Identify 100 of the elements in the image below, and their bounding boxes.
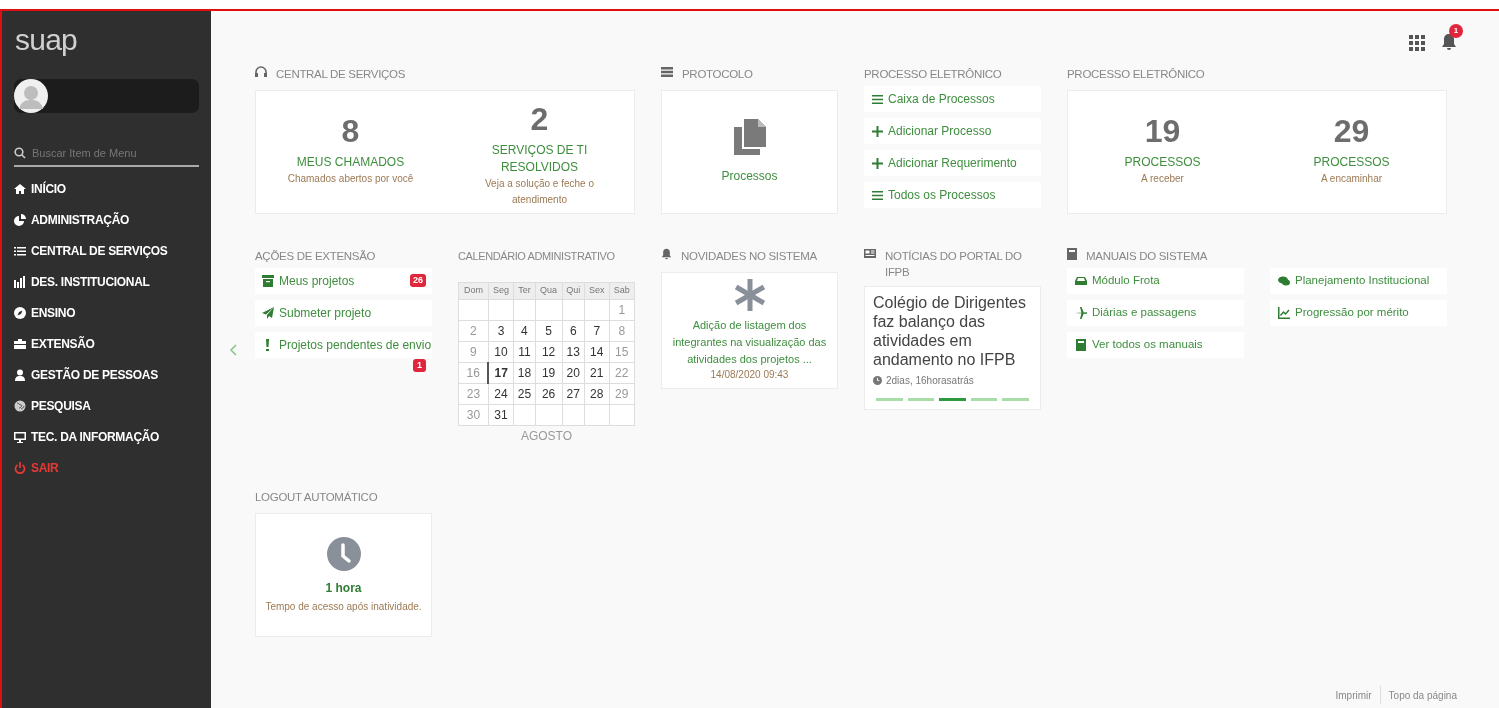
stat-number: 2	[530, 100, 549, 139]
menu-item[interactable]: ADMINISTRAÇÃO	[14, 204, 199, 236]
news-text[interactable]: Adição de listagem dos integrantes na visualização das atividades dos projetos ...	[668, 317, 831, 368]
calendar-day[interactable]: 3	[488, 320, 514, 342]
calendar-day[interactable]: 24	[488, 383, 514, 405]
stat-caption: A encaminhar	[1320, 172, 1383, 186]
calendar-day[interactable]: 7	[584, 320, 610, 342]
stat-number: 8	[341, 112, 360, 151]
menu-item[interactable]: INÍCIO	[14, 173, 199, 205]
stat-label[interactable]: MEUS CHAMADOS	[296, 154, 405, 171]
footer-link[interactable]: Imprimir	[1335, 687, 1372, 703]
weekday-header: Seg	[488, 282, 514, 300]
manual-link[interactable]: Módulo Frota	[1067, 268, 1244, 294]
suap-logo[interactable]: suap	[15, 25, 199, 55]
calendar-day[interactable]: 14	[584, 341, 610, 363]
list-icon	[872, 93, 883, 105]
menu-item[interactable]: GESTÃO DE PESSOAS	[14, 359, 199, 391]
notification-badge: 1	[1449, 23, 1463, 38]
process-link[interactable]: Adicionar Requerimento	[864, 150, 1041, 176]
timeout-caption: Tempo de acesso após inatividade.	[265, 599, 422, 614]
menu-item[interactable]: ENSINO	[14, 297, 199, 329]
calendar-day[interactable]: 17	[488, 362, 514, 384]
calendar-day[interactable]: 6	[562, 320, 585, 342]
calendar-day[interactable]: 27	[562, 383, 585, 405]
calendar-day[interactable]: 10	[488, 341, 514, 363]
collapse-chevron-icon[interactable]	[229, 344, 237, 356]
apps-grid-icon[interactable]	[1409, 34, 1425, 51]
search-field[interactable]: Buscar Item de Menu	[32, 145, 182, 162]
carousel-indicator[interactable]	[1002, 398, 1029, 401]
calendar-day[interactable]: 26	[535, 383, 563, 405]
manual-link[interactable]: Planejamento Institucional	[1270, 268, 1447, 294]
weekday-header: Ter	[513, 282, 536, 300]
menu-item[interactable]: DES. INSTITUCIONAL	[14, 266, 199, 298]
book-icon	[1075, 339, 1087, 351]
briefcase-icon	[14, 338, 26, 350]
menu-item[interactable]: TEC. DA INFORMAÇÃO	[14, 421, 199, 453]
calendar-day[interactable]: 5	[535, 320, 563, 342]
user-panel[interactable]	[14, 79, 199, 113]
extension-link[interactable]: Projetos pendentes de envio	[255, 332, 432, 358]
calendar-day[interactable]: 28	[584, 383, 610, 405]
carousel-indicator[interactable]	[939, 398, 966, 401]
clock-icon	[326, 536, 361, 571]
calendar-day[interactable]: 18	[513, 362, 536, 384]
process-link[interactable]: Todos os Processos	[864, 182, 1041, 208]
newspaper-icon	[864, 248, 876, 259]
section-title: AÇÕES DE EXTENSÃO	[255, 249, 376, 264]
footer-link[interactable]: Topo da página	[1388, 687, 1457, 703]
chat-icon	[1278, 275, 1290, 287]
plus-icon	[872, 125, 883, 137]
calendar-day[interactable]: 13	[562, 341, 585, 363]
home-icon	[14, 183, 26, 195]
manual-link[interactable]: Ver todos os manuais	[1067, 332, 1244, 358]
calendar-day[interactable]: 31	[488, 404, 514, 426]
weekday-header: Qui	[562, 282, 585, 300]
menu-item[interactable]: CENTRAL DE SERVIÇOS	[14, 235, 199, 267]
section-title: MANUAIS DO SISTEMA	[1086, 249, 1208, 264]
calendar-day[interactable]: 19	[535, 362, 563, 384]
protocol-link[interactable]: Processos	[721, 167, 778, 185]
stat-label[interactable]: SERVIÇOS DE TI RESOLVIDOS	[479, 142, 600, 176]
section-title: CALENDÁRIO ADMINISTRATIVO	[458, 249, 615, 264]
bell-icon[interactable]	[1441, 32, 1457, 51]
section-title: NOVIDADES NO SISTEMA	[681, 249, 817, 264]
extension-link[interactable]: Submeter projeto	[255, 300, 432, 326]
manual-link[interactable]: Diárias e passagens	[1067, 300, 1244, 326]
timeout-value: 1 hora	[325, 579, 362, 597]
process-link[interactable]: Caixa de Processos	[864, 86, 1041, 112]
power-icon	[14, 462, 26, 474]
calendar-day[interactable]: 25	[513, 383, 536, 405]
headphones-icon	[255, 66, 267, 78]
news-time: 2dias, 16horasatrás	[886, 374, 974, 388]
section-title: CENTRAL DE SERVIÇOS	[276, 67, 406, 82]
calendar-day[interactable]: 4	[513, 320, 536, 342]
book-icon	[1067, 248, 1077, 260]
avatar-icon	[14, 79, 48, 113]
calendar-day[interactable]: 21	[584, 362, 610, 384]
line-chart-icon	[1278, 307, 1290, 319]
carousel-indicator[interactable]	[970, 398, 998, 401]
stat-number: 19	[1144, 112, 1181, 151]
manual-link[interactable]: Progressão por mérito	[1270, 300, 1447, 326]
calendar-day[interactable]: 12	[535, 341, 563, 363]
bar-chart-icon	[14, 276, 26, 288]
stat-caption: A receber	[1141, 172, 1184, 186]
carousel-indicator[interactable]	[907, 398, 935, 401]
news-headline[interactable]: Colégio de Dirigentes faz balanço das atividades em andamento no IFPB	[873, 293, 1032, 369]
stat-label[interactable]: PROCESSOS	[1124, 154, 1201, 171]
stat-label[interactable]: PROCESSOS	[1313, 154, 1390, 171]
section-title: PROCESSO ELETRÔNICO	[864, 67, 1002, 82]
calendar-month: AGOSTO	[519, 428, 574, 445]
process-link[interactable]: Adicionar Processo	[864, 118, 1041, 144]
stat-number: 29	[1333, 112, 1370, 151]
list-icon	[872, 189, 883, 201]
calendar-day[interactable]: 11	[513, 341, 536, 363]
stat-caption: Veja a solução e feche o atendimento	[484, 177, 595, 207]
menu-item[interactable]: PESQUISA	[14, 390, 199, 422]
menu-item[interactable]: EXTENSÃO	[14, 328, 199, 360]
calendar-day[interactable]: 20	[562, 362, 585, 384]
pie-chart-icon	[14, 214, 26, 226]
stat-caption: Chamados abertos por você	[287, 172, 414, 186]
asterisk-icon	[733, 279, 766, 311]
carousel-indicator[interactable]	[876, 398, 903, 401]
